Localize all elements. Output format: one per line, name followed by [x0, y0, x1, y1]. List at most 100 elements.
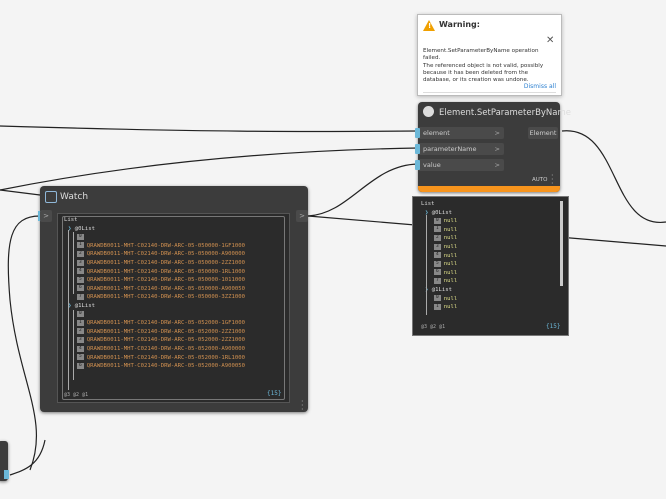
index-badge: 5 — [77, 276, 84, 283]
lacing-label[interactable]: AUTO — [532, 177, 547, 183]
list-item[interactable]: 0 — [77, 311, 87, 320]
item-value: QRAWDB0011-MHT-C02140-DRW-ARC-05-052000-… — [86, 337, 246, 344]
node-preview-bubble[interactable]: List ❯ @0List 0 null 1 null 2 null 3 null 4 null 5… — [412, 196, 569, 336]
warning-popup: ! Warning: ✕ Element.SetParameterByName … — [417, 14, 562, 96]
warning-title: Warning: — [439, 20, 480, 29]
index-badge: 4 — [77, 268, 84, 275]
root-list-label: List — [64, 217, 78, 223]
warning-message-line-1: Element.SetParameterByName operation fai… — [423, 48, 539, 62]
list-item[interactable]: 4 QRAWDB0011-MHT-C02140-DRW-ARC-05-052000… — [77, 345, 245, 354]
output-port[interactable]: > — [296, 210, 308, 222]
list-item[interactable]: 2 QRAWDB0011-MHT-C02140-DRW-ARC-05-050000… — [77, 250, 245, 259]
wire-to-element — [0, 125, 419, 133]
node-header[interactable]: Element.SetParameterByName — [418, 102, 571, 125]
port-marker — [415, 128, 420, 138]
chevron-right-icon: > — [494, 161, 500, 169]
warning-status-bar — [418, 186, 560, 192]
input-port[interactable]: > — [40, 210, 52, 222]
list-item[interactable]: ❯ @0List — [425, 209, 452, 218]
list-item[interactable]: 1 null — [434, 303, 457, 312]
list-item[interactable]: 7 null — [434, 277, 457, 286]
node-title: Watch — [60, 192, 89, 202]
port-label: parameterName — [423, 145, 477, 153]
index-badge: 1 — [434, 303, 441, 310]
item-value: QRAWDB0011-MHT-C02140-DRW-ARC-05-052000-… — [86, 346, 246, 352]
index-badge: 7 — [434, 277, 441, 284]
list-item[interactable]: 6 QRAWDB0011-MHT-C02140-DRW-ARC-05-052000… — [77, 362, 245, 371]
index-badge: 5 — [77, 354, 84, 361]
input-port-value[interactable]: value > — [415, 159, 504, 171]
list-item[interactable]: ❯ @1List — [425, 286, 452, 295]
chevron-right-icon: > — [494, 145, 500, 153]
node-title: Element.SetParameterByName — [439, 108, 572, 118]
item-value: QRAWDB0011-MHT-C02140-DRW-ARC-05-050000-… — [86, 277, 246, 284]
watch-preview-panel[interactable]: List ❯ @0List 0 1 QRAWDB0011-MHT-C02140-DR… — [57, 213, 290, 403]
list-item[interactable]: 0 null — [434, 217, 457, 226]
warning-icon: ! — [423, 20, 435, 31]
dismiss-all-link[interactable]: Dismiss all — [524, 83, 556, 90]
index-badge: 0 — [434, 217, 441, 224]
item-value: null — [443, 261, 458, 268]
list-item[interactable]: 1 QRAWDB0011-MHT-C02140-DRW-ARC-05-052000… — [77, 319, 245, 328]
list-item[interactable]: 5 null — [434, 260, 457, 269]
item-value: null — [443, 244, 458, 250]
input-port-element[interactable]: element > — [415, 127, 504, 139]
divider — [423, 92, 556, 93]
input-port-parametername[interactable]: parameterName > — [415, 143, 504, 155]
index-badge: 4 — [434, 252, 441, 259]
item-value: QRAWDB0011-MHT-C02140-DRW-ARC-05-050000-… — [86, 294, 246, 301]
list-item[interactable]: 1 null — [434, 226, 457, 235]
close-icon[interactable]: ✕ — [546, 35, 554, 46]
watch-icon — [45, 191, 57, 203]
index-badge: 3 — [77, 259, 84, 266]
tree-line — [68, 230, 69, 390]
list-item[interactable]: 6 QRAWDB0011-MHT-C02140-DRW-ARC-05-050000… — [77, 285, 245, 294]
index-badge: 1 — [77, 242, 84, 249]
index-badge: 2 — [434, 234, 441, 241]
list-item[interactable]: 0 null — [434, 295, 457, 304]
watch-node[interactable]: Watch > > List ❯ @0List 0 1 QRAWDB0011-MHT… — [38, 186, 308, 414]
item-value: null — [443, 269, 458, 276]
list-item[interactable]: 4 null — [434, 252, 457, 261]
port-marker — [415, 144, 420, 154]
list-item[interactable]: 6 null — [434, 269, 457, 278]
wire-element-out — [561, 130, 666, 223]
partial-node[interactable] — [0, 441, 9, 481]
list-item[interactable]: 2 QRAWDB0011-MHT-C02140-DRW-ARC-05-052000… — [77, 328, 245, 337]
node-icon — [423, 106, 434, 117]
tree-line — [73, 310, 74, 380]
warning-message: Element.SetParameterByName operation fai… — [423, 48, 557, 84]
list-levels: @3 @2 @1 — [421, 324, 446, 330]
list-item[interactable]: 4 QRAWDB0011-MHT-C02140-DRW-ARC-05-050000… — [77, 268, 245, 277]
scrollbar[interactable] — [560, 201, 563, 286]
list-item[interactable]: 0 — [77, 233, 87, 242]
index-badge: 2 — [77, 328, 84, 335]
index-badge: 6 — [77, 362, 84, 369]
index-badge: 3 — [77, 336, 84, 343]
output-port-element[interactable]: Element — [528, 127, 558, 139]
item-value: QRAWDB0011-MHT-C02140-DRW-ARC-05-052000-… — [86, 354, 246, 361]
more-options-icon[interactable]: · · · — [551, 172, 554, 188]
list-item[interactable]: 3 QRAWDB0011-MHT-C02140-DRW-ARC-05-052000… — [77, 336, 245, 345]
index-badge: 3 — [434, 243, 441, 250]
item-value: null — [443, 235, 458, 242]
list-item[interactable]: 1 QRAWDB0011-MHT-C02140-DRW-ARC-05-050000… — [77, 242, 245, 251]
node-header[interactable]: Watch — [40, 186, 308, 208]
tree-line — [426, 215, 427, 315]
item-count: {15} — [546, 323, 561, 330]
item-value: QRAWDB0011-MHT-C02140-DRW-ARC-05-050000-… — [86, 268, 246, 275]
index-badge: 0 — [77, 311, 84, 318]
port-label: element — [423, 129, 450, 137]
item-value: QRAWDB0011-MHT-C02140-DRW-ARC-05-052000-… — [86, 320, 246, 327]
more-options-icon[interactable]: · · · — [301, 398, 304, 414]
set-parameter-by-name-node[interactable]: Element.SetParameterByName element > par… — [415, 102, 571, 192]
list-item[interactable]: 2 null — [434, 234, 457, 243]
list-item[interactable]: 5 QRAWDB0011-MHT-C02140-DRW-ARC-05-052000… — [77, 354, 245, 363]
item-value: null — [443, 295, 458, 302]
list-item[interactable]: 7 QRAWDB0011-MHT-C02140-DRW-ARC-05-050000… — [77, 293, 245, 302]
list-item[interactable]: 5 QRAWDB0011-MHT-C02140-DRW-ARC-05-050000… — [77, 276, 245, 285]
list-item[interactable]: 3 null — [434, 243, 457, 252]
warning-message-line-2: The referenced object is not valid, poss… — [423, 62, 544, 84]
index-badge: 1 — [434, 226, 441, 233]
list-item[interactable]: 3 QRAWDB0011-MHT-C02140-DRW-ARC-05-050000… — [77, 259, 245, 268]
